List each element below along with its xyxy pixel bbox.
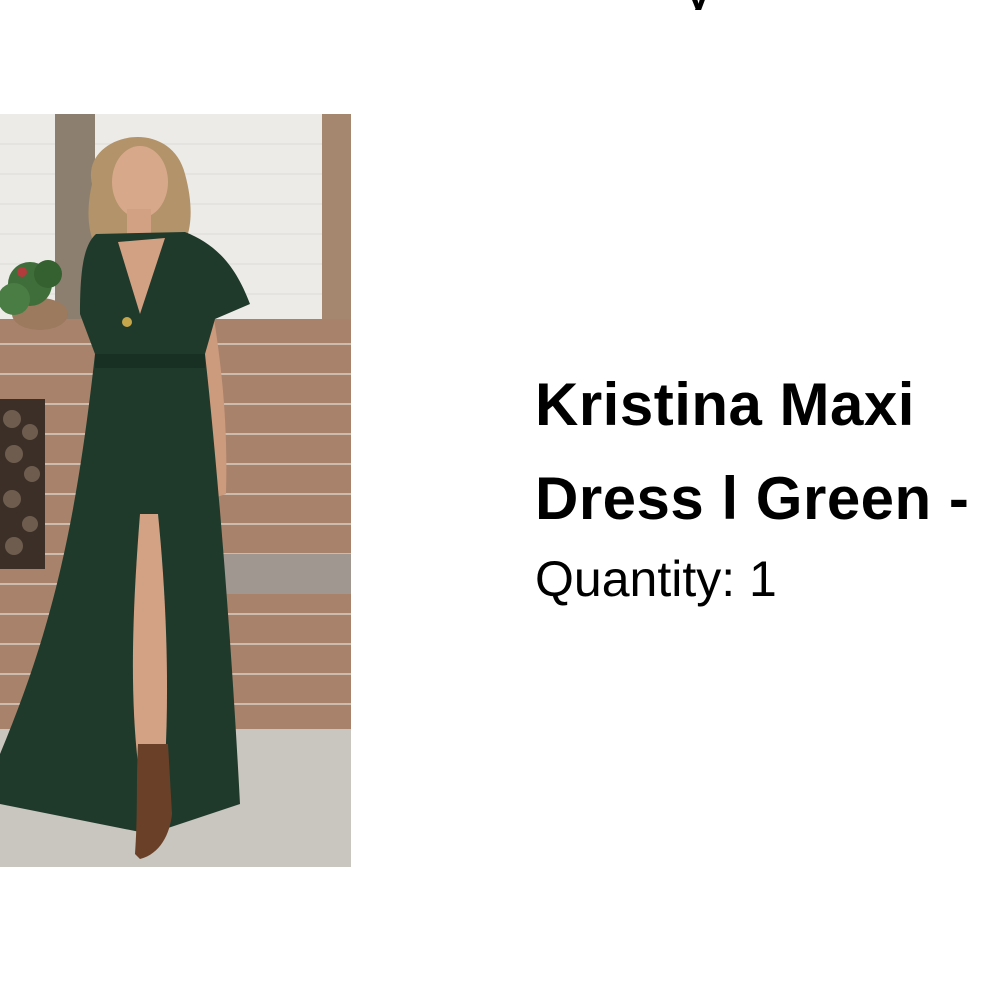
product-image: [0, 114, 351, 867]
product-details: Kristina Maxi Dress l Green - Quantity: …: [535, 358, 1000, 608]
product-quantity: Quantity: 1: [535, 551, 777, 607]
product-title-line-2: Dress l Green -: [535, 465, 970, 532]
header-text-fragment: y: [686, 0, 746, 10]
product-title-line-1: Kristina Maxi: [535, 371, 915, 438]
